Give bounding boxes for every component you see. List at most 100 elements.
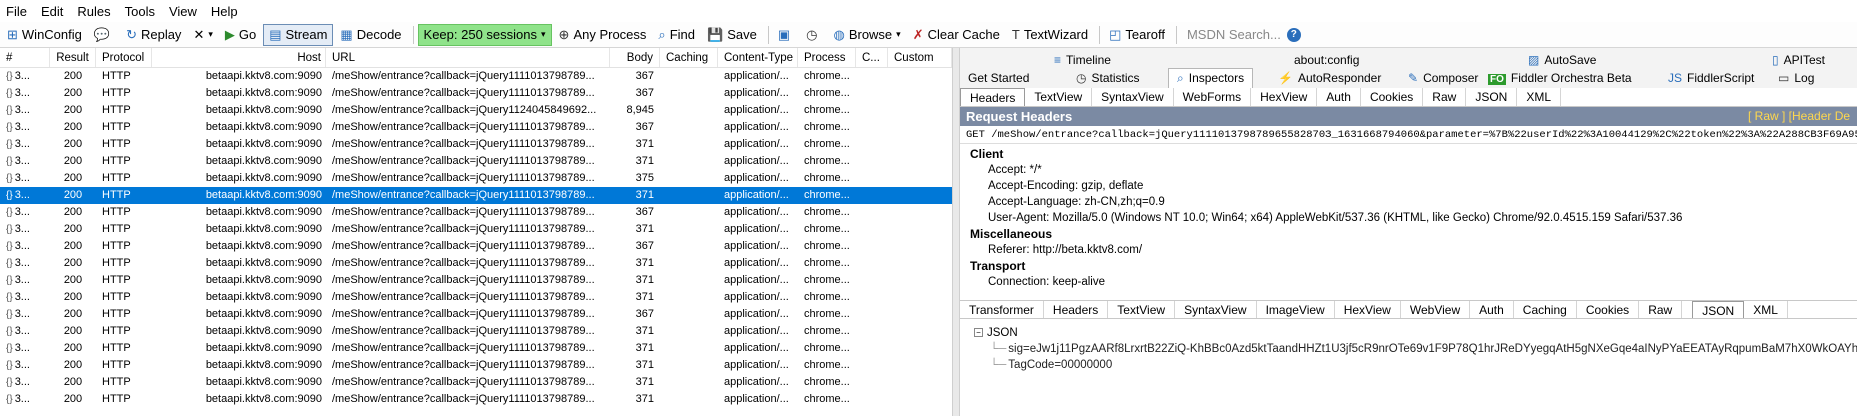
req-tab-webforms[interactable]: WebForms (1174, 88, 1252, 106)
column-protocol[interactable]: Protocol (96, 48, 152, 67)
clear-cache-button[interactable]: ✗ Clear Cache (908, 24, 1005, 46)
screenshot-button[interactable]: ▣ (773, 24, 799, 46)
req-tab-raw[interactable]: Raw (1423, 88, 1467, 106)
table-row[interactable]: {} 3... 200 HTTP betaapi.kktv8.com:9090/meSh… (0, 340, 952, 357)
json-root-node[interactable]: − JSON (960, 325, 1857, 341)
table-row[interactable]: {} 3... 200 HTTP betaapi.kktv8.com:9090/meSh… (0, 374, 952, 391)
tab-statistics[interactable]: ◷ Statistics (1076, 69, 1140, 87)
decode-button[interactable]: ▦ Decode (335, 24, 406, 46)
table-row[interactable]: {} 3... 200 HTTP betaapi.kktv8.com:9090/meSh… (0, 238, 952, 255)
resp-tab-auth[interactable]: Auth (1470, 301, 1514, 318)
resp-tab-raw[interactable]: Raw (1639, 301, 1683, 318)
table-row[interactable]: {} 3... 200 HTTP betaapi.kktv8.com:9090/meSh… (0, 357, 952, 374)
table-row[interactable]: {} 3... 200 HTTP betaapi.kktv8.com:9090/meSh… (0, 187, 952, 204)
menu-edit[interactable]: Edit (41, 4, 63, 19)
req-tab-cookies[interactable]: Cookies (1361, 88, 1424, 106)
menu-tools[interactable]: Tools (125, 4, 155, 19)
keep-sessions-dropdown[interactable]: Keep: 250 sessions ▾ (417, 23, 552, 46)
winconfig-button[interactable]: ⊞ WinConfig (2, 24, 87, 46)
header-item[interactable]: User-Agent: Mozilla/5.0 (Windows NT 10.0… (960, 210, 1857, 226)
resp-tab-caching[interactable]: Caching (1514, 301, 1577, 318)
tab-fiddlerscript[interactable]: JS FiddlerScript (1668, 69, 1754, 87)
column-caching[interactable]: Caching (660, 48, 718, 67)
req-tab-syntaxview[interactable]: SyntaxView (1092, 88, 1174, 106)
table-row[interactable]: {} 3... 200 HTTP betaapi.kktv8.com:9090/meSh… (0, 119, 952, 136)
resp-tab-syntaxview[interactable]: SyntaxView (1175, 301, 1257, 318)
req-tab-hexview[interactable]: HexView (1251, 88, 1318, 106)
find-button[interactable]: ⌕ Find (653, 24, 700, 46)
table-row[interactable]: {} 3... 200 HTTP betaapi.kktv8.com:9090/meSh… (0, 255, 952, 272)
column-url[interactable]: URL (326, 48, 610, 67)
textwizard-button[interactable]: T TextWizard (1007, 24, 1093, 46)
table-row[interactable]: {} 3... 200 HTTP betaapi.kktv8.com:9090/meSh… (0, 170, 952, 187)
tab-about-config[interactable]: about:config (1294, 51, 1359, 69)
column-custom[interactable]: Custom (888, 48, 952, 67)
stream-button[interactable]: ▤ Stream (263, 23, 334, 46)
menu-view[interactable]: View (169, 4, 197, 19)
tab-log[interactable]: ▭ Log (1778, 69, 1814, 87)
resp-tab-hexview[interactable]: HexView (1335, 301, 1401, 318)
save-button[interactable]: 💾 Save (702, 24, 762, 46)
header-item[interactable]: Accept-Encoding: gzip, deflate (960, 178, 1857, 194)
column-result[interactable]: Result (50, 48, 96, 67)
resp-tab-textview[interactable]: TextView (1108, 301, 1176, 318)
resp-tab-xml[interactable]: XML (1744, 301, 1788, 318)
header-group-title[interactable]: Miscellaneous (960, 226, 1857, 242)
req-tab-textview[interactable]: TextView (1025, 88, 1093, 106)
table-row[interactable]: {} 3... 200 HTTP betaapi.kktv8.com:9090/meSh… (0, 136, 952, 153)
tab-get-started[interactable]: Get Started (968, 69, 1029, 87)
resp-tab-json[interactable]: JSON (1692, 301, 1745, 318)
table-row[interactable]: {} 3... 200 HTTP betaapi.kktv8.com:9090/meSh… (0, 306, 952, 323)
remove-button[interactable]: ✕ ▾ (188, 24, 217, 46)
json-node[interactable]: └─ TagCode=00000000 (960, 357, 1857, 373)
tab-composer[interactable]: ✎ Composer (1408, 69, 1478, 87)
menu-file[interactable]: File (6, 4, 27, 19)
collapse-icon[interactable]: − (974, 328, 983, 338)
header-group-title[interactable]: Transport (960, 258, 1857, 274)
resp-tab-imageview[interactable]: ImageView (1257, 301, 1335, 318)
table-row[interactable]: {} 3... 200 HTTP betaapi.kktv8.com:9090/meSh… (0, 153, 952, 170)
req-tab-xml[interactable]: XML (1517, 88, 1562, 106)
go-button[interactable]: ▶ Go (220, 24, 261, 46)
table-row[interactable]: {} 3... 200 HTTP betaapi.kktv8.com:9090/meSh… (0, 85, 952, 102)
msdn-search-input[interactable]: MSDN Search... (1187, 27, 1281, 42)
req-tab-auth[interactable]: Auth (1317, 88, 1361, 106)
json-node[interactable]: └─ sig=eJw1j11PgzAARf8LrxrtB22ZiQ-KhBBc0A… (960, 341, 1857, 357)
column-body[interactable]: Body (610, 48, 660, 67)
column-number[interactable]: # (0, 48, 50, 67)
replay-button[interactable]: ↻ Replay (121, 24, 186, 46)
tab-autoresponder[interactable]: ⚡ AutoResponder (1278, 69, 1381, 87)
comment-button[interactable]: 💬 (89, 24, 119, 46)
any-process-button[interactable]: ⊕ Any Process (554, 24, 652, 46)
table-row[interactable]: {} 3... 200 HTTP betaapi.kktv8.com:9090/meSh… (0, 391, 952, 408)
browse-button[interactable]: ◍ Browse ▾ (828, 24, 905, 46)
timer-button[interactable]: ◷ (801, 24, 826, 46)
menu-rules[interactable]: Rules (77, 4, 110, 19)
table-row[interactable]: {} 3... 200 HTTP betaapi.kktv8.com:9090/meSh… (0, 289, 952, 306)
help-icon[interactable]: ? (1286, 27, 1301, 42)
table-row[interactable]: {} 3... 200 HTTP betaapi.kktv8.com:9090/meSh… (0, 272, 952, 289)
tearoff-button[interactable]: ◰ Tearoff (1104, 24, 1170, 46)
header-group-title[interactable]: Client (960, 146, 1857, 162)
table-row[interactable]: {} 3... 200 HTTP betaapi.kktv8.com:9090/meSh… (0, 102, 952, 119)
column-comments[interactable]: C... (856, 48, 888, 67)
req-tab-headers[interactable]: Headers (960, 88, 1026, 106)
menu-help[interactable]: Help (211, 4, 238, 19)
table-row[interactable]: {} 3... 200 HTTP betaapi.kktv8.com:9090/meSh… (0, 323, 952, 340)
table-row[interactable]: {} 3... 200 HTTP betaapi.kktv8.com:9090/meSh… (0, 204, 952, 221)
tab-apitest[interactable]: ▯ APITest (1772, 51, 1825, 69)
pane-splitter[interactable] (952, 48, 960, 416)
raw-header-links[interactable]: [ Raw ] [Header De (1748, 107, 1850, 126)
header-item[interactable]: Connection: keep-alive (960, 274, 1857, 290)
header-item[interactable]: Accept-Language: zh-CN,zh;q=0.9 (960, 194, 1857, 210)
header-item[interactable]: Referer: http://beta.kktv8.com/ (960, 242, 1857, 258)
column-process[interactable]: Process (798, 48, 856, 67)
table-row[interactable]: {} 3... 200 HTTP betaapi.kktv8.com:9090/meSh… (0, 68, 952, 85)
tab-fiddler-orchestra[interactable]: FO Fiddler Orchestra Beta (1488, 69, 1632, 87)
tab-inspectors[interactable]: ⌕ Inspectors (1168, 68, 1254, 88)
tab-autosave[interactable]: ▨ AutoSave (1528, 51, 1596, 69)
tab-timeline[interactable]: ≡ Timeline (1054, 51, 1111, 69)
resp-tab-headers[interactable]: Headers (1044, 301, 1109, 318)
resp-tab-webview[interactable]: WebView (1401, 301, 1471, 318)
req-tab-json[interactable]: JSON (1466, 88, 1518, 106)
